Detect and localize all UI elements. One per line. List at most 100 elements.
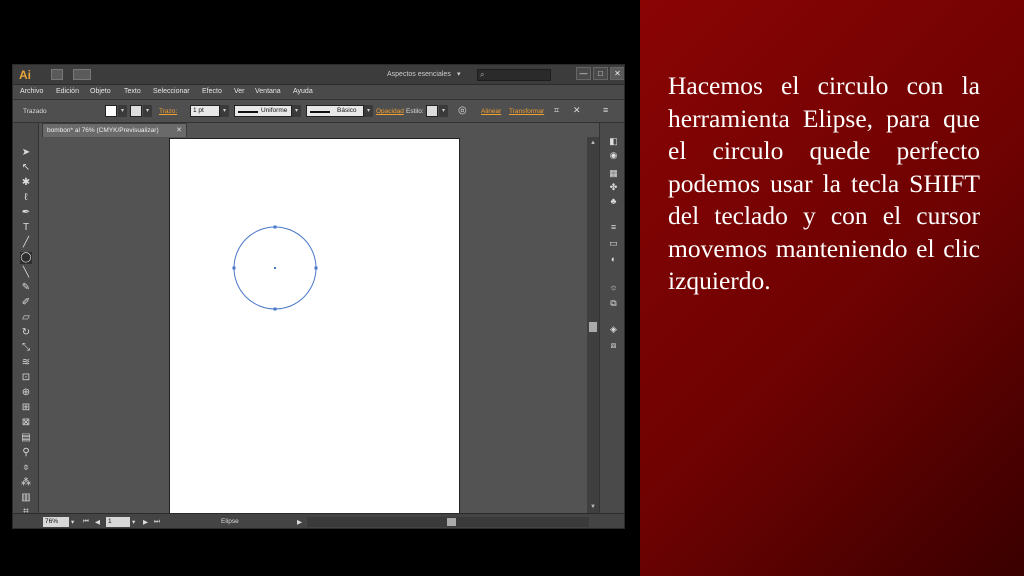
chevron-down-icon[interactable]: ▾ (457, 70, 461, 78)
graphic-styles-icon[interactable]: ⧉ (607, 297, 620, 309)
type-icon[interactable]: T (20, 222, 32, 234)
fill-dropdown[interactable]: ▾ (118, 105, 127, 117)
brush-label: Básico (337, 107, 357, 114)
previous-artboard-icon[interactable]: ◀ (95, 518, 100, 526)
symbols-icon[interactable]: ♣ (607, 195, 620, 207)
opacity-link[interactable]: Opacidad (376, 108, 404, 115)
vertical-scrollbar[interactable]: ▲ ▼ (587, 137, 599, 513)
artboard-dropdown[interactable]: ▾ (132, 518, 135, 526)
stroke-icon[interactable]: ≡ (607, 221, 620, 233)
canvas-area[interactable] (42, 137, 587, 514)
arrange-documents-icon[interactable] (73, 69, 91, 80)
title-bar: Ai Aspectos esenciales ▾ ⌕ — □ ✕ (13, 65, 624, 85)
horizontal-scrollbar[interactable] (307, 517, 589, 527)
menu-seleccionar[interactable]: Seleccionar (153, 88, 190, 95)
next-artboard-icon[interactable]: ▶ (143, 518, 148, 526)
selection-icon[interactable]: ➤ (20, 147, 32, 159)
last-artboard-icon[interactable]: ⏭ (154, 518, 160, 526)
transform-link[interactable]: Transformar (509, 108, 544, 115)
panel-dock: ◧ ◉ ▦ ✤ ♣ ≡ ▭ ◐ ☼ ⧉ ◈ ⧈ (599, 123, 624, 518)
horizontal-scroll-thumb[interactable] (447, 518, 456, 526)
line-icon[interactable]: ╱ (20, 237, 32, 249)
appearance-icon[interactable]: ☼ (607, 281, 620, 293)
menu-ventana[interactable]: Ventana (255, 88, 281, 95)
mesh-icon[interactable]: ⊠ (20, 417, 32, 429)
ellipse-path[interactable] (232, 225, 318, 311)
eraser-icon[interactable]: ▱ (20, 312, 32, 324)
scale-icon[interactable]: ⤡ (20, 342, 32, 354)
color-guide-icon[interactable]: ◉ (607, 149, 620, 161)
recolor-artwork-icon[interactable]: ◎ (458, 105, 467, 116)
close-icon[interactable]: ✕ (176, 126, 182, 134)
layers-icon[interactable]: ◈ (607, 323, 620, 335)
menu-bar: Archivo Edición Objeto Texto Seleccionar… (13, 85, 624, 100)
vertical-scroll-thumb[interactable] (589, 322, 597, 332)
gradient-panel-icon[interactable]: ▭ (607, 237, 620, 249)
variable-width-profile[interactable]: Uniforme (234, 105, 292, 117)
column-graph-icon[interactable]: ▥ (20, 492, 32, 504)
zoom-field[interactable]: 76% (43, 517, 69, 527)
isolate-icon[interactable]: ⌗ (554, 105, 559, 116)
shape-builder-icon[interactable]: ⊕ (20, 387, 32, 399)
close-button[interactable]: ✕ (610, 67, 624, 80)
menu-ver[interactable]: Ver (234, 88, 245, 95)
zoom-dropdown[interactable]: ▾ (71, 518, 74, 526)
first-artboard-icon[interactable]: ⏮ (83, 518, 89, 526)
artboard[interactable] (169, 138, 460, 514)
panel-menu-icon[interactable]: ≡ (603, 105, 608, 115)
search-input[interactable]: ⌕ (477, 69, 551, 81)
menu-ayuda[interactable]: Ayuda (293, 88, 313, 95)
search-icon: ⌕ (480, 70, 485, 79)
workspace-switcher[interactable]: Aspectos esenciales (387, 71, 451, 78)
bridge-icon[interactable] (51, 69, 63, 80)
more-options-icon[interactable]: ✕ (573, 105, 581, 116)
style-label: Estilo: (406, 108, 424, 115)
graphic-style-swatch[interactable] (426, 105, 438, 117)
swatches-icon[interactable]: ▦ (607, 167, 620, 179)
minimize-button[interactable]: — (576, 67, 591, 80)
paintbrush-icon[interactable]: ╲ (20, 267, 32, 279)
color-icon[interactable]: ◧ (607, 135, 620, 147)
maximize-button[interactable]: □ (593, 67, 608, 80)
artboard-number-field[interactable]: 1 (106, 517, 130, 527)
menu-efecto[interactable]: Efecto (202, 88, 222, 95)
document-tab[interactable]: bombon* al 76% (CMYK/Previsualizar) ✕ (42, 123, 187, 137)
pencil-icon[interactable]: ✎ (20, 282, 32, 294)
brush-definition[interactable]: Básico (306, 105, 364, 117)
fill-swatch[interactable] (105, 105, 117, 117)
brushes-icon[interactable]: ✤ (607, 181, 620, 193)
symbol-sprayer-icon[interactable]: ⁂ (20, 477, 32, 489)
direct-selection-icon[interactable]: ↖ (20, 162, 32, 174)
style-dropdown[interactable]: ▾ (439, 105, 448, 117)
gradient-icon[interactable]: ▤ (20, 432, 32, 444)
blob-brush-icon[interactable]: ✐ (20, 297, 32, 309)
pen-icon[interactable]: ✒ (20, 207, 32, 219)
stroke-weight-field[interactable]: 1 pt (190, 105, 220, 117)
profile-dropdown[interactable]: ▾ (292, 105, 301, 117)
stroke-panel-link[interactable]: Trazo: (159, 108, 177, 115)
blend-icon[interactable]: ⌽ (20, 462, 32, 474)
stroke-weight-dropdown[interactable]: ▾ (220, 105, 229, 117)
rotate-icon[interactable]: ↻ (20, 327, 32, 339)
scroll-down-icon[interactable]: ▼ (589, 503, 597, 511)
transparency-icon[interactable]: ◐ (607, 253, 620, 265)
status-menu-icon[interactable]: ▶ (297, 518, 302, 526)
menu-archivo[interactable]: Archivo (20, 88, 43, 95)
brush-dropdown[interactable]: ▾ (364, 105, 373, 117)
scroll-up-icon[interactable]: ▲ (589, 139, 597, 147)
stroke-swatch[interactable] (130, 105, 142, 117)
ellipse-icon[interactable]: ◯ (20, 252, 32, 264)
free-transform-icon[interactable]: ⊡ (20, 372, 32, 384)
artboards-icon[interactable]: ⧈ (607, 339, 620, 351)
menu-objeto[interactable]: Objeto (90, 88, 111, 95)
align-link[interactable]: Alinear (481, 108, 501, 115)
eyedropper-icon[interactable]: ⚲ (20, 447, 32, 459)
slide-panel: Hacemos el circulo con la herramienta El… (640, 0, 1024, 576)
lasso-icon[interactable]: ℓ (20, 192, 32, 204)
menu-texto[interactable]: Texto (124, 88, 141, 95)
magic-wand-icon[interactable]: ✱ (20, 177, 32, 189)
stroke-dropdown[interactable]: ▾ (143, 105, 152, 117)
perspective-grid-icon[interactable]: ⊞ (20, 402, 32, 414)
warp-icon[interactable]: ≋ (20, 357, 32, 369)
menu-edicion[interactable]: Edición (56, 88, 79, 95)
